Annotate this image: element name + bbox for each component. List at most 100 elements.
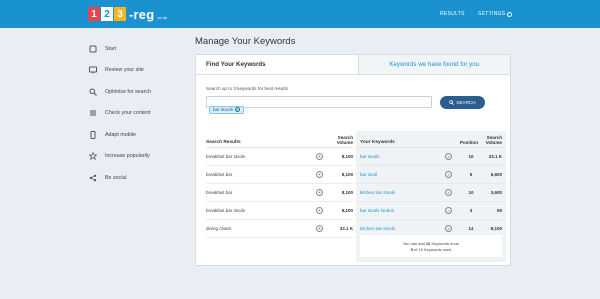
sidebar-item-label: Increase popularity — [105, 153, 150, 160]
keyword-volume: 33.1 K — [488, 154, 502, 159]
keyword-chip[interactable]: bar stools × — [209, 105, 244, 114]
sidebar-item-popularity[interactable]: Increase popularity — [88, 146, 178, 168]
tab-found-keywords[interactable]: Keywords we have found for you — [358, 55, 510, 74]
your-keyword-link[interactable]: kitchen bar stools — [360, 190, 445, 195]
search-icon — [88, 87, 98, 97]
sidebar-item-social[interactable]: Be social — [88, 167, 178, 189]
table-row: breakfast bar stools + 8,100 — [206, 202, 353, 220]
logo-digit-2: 2 — [101, 7, 113, 21]
keyword-position: 10 — [468, 190, 474, 195]
mobile-icon — [88, 130, 98, 140]
quota-line-2-post: of 15 Keywords used — [412, 246, 452, 252]
table-row: breakfast bar + 8,100 — [206, 166, 353, 184]
sidebar-item-label: Check your content — [105, 110, 151, 117]
nav-results-link[interactable]: RESULTS — [440, 11, 465, 17]
sidebar-item-content[interactable]: Check your content — [88, 103, 178, 125]
keyword-quota-note: You can add 10 Keywords more 5 of 15 Key… — [360, 235, 502, 257]
remove-icon[interactable]: × — [445, 171, 452, 178]
keyword-volume: 6,600 — [490, 172, 502, 177]
table-row: breakfast bar + 8,100 — [206, 184, 353, 202]
remove-icon[interactable]: × — [445, 153, 452, 160]
sidebar-item-optimise[interactable]: Optimise for search — [88, 81, 178, 103]
top-bar: 1 2 3 -reg .co.uk RESULTS SETTINGS — [0, 0, 600, 28]
result-volume: 8,100 — [341, 172, 353, 177]
search-icon — [449, 100, 455, 105]
sidebar-item-review[interactable]: Review your site — [88, 60, 178, 82]
nav-settings-label: SETTINGS — [478, 11, 506, 17]
search-button[interactable]: SEARCH — [440, 96, 485, 109]
sidebar-item-mobile[interactable]: Adapt mobile — [88, 124, 178, 146]
keyword-position: 3 — [469, 208, 473, 213]
table-row: bar stool × 5 6,600 — [356, 166, 506, 184]
result-volume: 8,100 — [341, 154, 353, 159]
your-keyword-link[interactable]: bar stools — [360, 154, 445, 159]
table-row: bar stools london × 3 50 — [356, 202, 506, 220]
result-keyword: dining chairs — [206, 226, 232, 231]
your-keywords-header-volume-line2: Volume — [485, 140, 502, 145]
add-icon[interactable]: + — [316, 207, 323, 214]
sidebar-item-start[interactable]: Start — [88, 38, 178, 60]
result-volume: 8,100 — [341, 208, 353, 213]
keyword-volume: 50 — [496, 208, 502, 213]
add-icon[interactable]: + — [316, 153, 323, 160]
position-header: Position — [459, 140, 478, 145]
sidebar-item-label: Review your site — [105, 67, 144, 74]
results-header: Search Results Search Volume — [206, 133, 353, 148]
result-keyword: breakfast bar — [206, 190, 233, 195]
sidebar-item-label: Adapt mobile — [105, 131, 136, 138]
logo-digit-1: 1 — [88, 7, 100, 21]
sidebar: Start Review your site Optimise for sear… — [88, 38, 178, 189]
your-keyword-link[interactable]: kitchen bar stools — [360, 226, 445, 231]
gear-icon — [507, 11, 513, 17]
keyword-search-input[interactable]: bar stools × — [206, 96, 432, 114]
logo-digit-3: 3 — [114, 7, 126, 21]
quota-line-1-post: Keywords more — [430, 240, 460, 246]
your-keywords-table: Your Keywords Position Search Volume bar… — [356, 131, 506, 262]
your-keywords-header-volume: Search Volume — [482, 135, 502, 145]
results-header-volume: Search Volume — [333, 135, 353, 145]
quota-line-1-pre: You can add — [402, 240, 426, 246]
search-results-table: Search Results Search Volume breakfast b… — [206, 133, 353, 238]
search-hint: Search up to 3 keywords for best results — [206, 86, 288, 91]
result-volume: 8,100 — [341, 190, 353, 195]
result-keyword: breakfast bar stools — [206, 154, 246, 159]
result-volume: 33.1 K — [339, 226, 353, 231]
sidebar-item-label: Optimise for search — [105, 88, 151, 95]
logo-tld: .co.uk — [156, 14, 168, 20]
add-icon[interactable]: + — [316, 225, 323, 232]
close-icon[interactable]: × — [234, 107, 240, 112]
quota-line-1: You can add 10 Keywords more — [403, 241, 460, 246]
star-icon — [88, 151, 98, 161]
results-header-volume-line2: Volume — [336, 140, 353, 145]
keyword-position: 10 — [468, 154, 474, 159]
keywords-panel: Find Your Keywords Keywords we have foun… — [195, 54, 511, 266]
list-icon — [88, 108, 98, 118]
table-row: bar stools × 10 33.1 K — [356, 148, 506, 166]
your-keyword-link[interactable]: bar stools london — [360, 208, 445, 213]
table-row: breakfast bar stools + 8,100 — [206, 148, 353, 166]
result-keyword: breakfast bar stools — [206, 208, 246, 213]
result-keyword: breakfast bar — [206, 172, 233, 177]
remove-icon[interactable]: × — [445, 189, 452, 196]
your-keywords-header-label: Your Keywords — [360, 140, 395, 145]
keyword-position: 14 — [468, 226, 474, 231]
add-icon[interactable]: + — [316, 189, 323, 196]
keyword-volume: 8,100 — [490, 226, 502, 231]
share-icon — [88, 173, 98, 183]
table-row: dining chairs + 33.1 K — [206, 220, 353, 238]
your-keyword-link[interactable]: bar stool — [360, 172, 445, 177]
quota-line-2: 5 of 15 Keywords used — [411, 247, 452, 252]
monitor-icon — [88, 65, 98, 75]
tab-find-keywords[interactable]: Find Your Keywords — [196, 55, 359, 74]
sidebar-item-label: Start — [105, 45, 117, 52]
nav-settings-link[interactable]: SETTINGS — [478, 11, 513, 17]
add-icon[interactable]: + — [316, 171, 323, 178]
table-row: kitchen bar stools × 10 3,600 — [356, 184, 506, 202]
brand-logo[interactable]: 1 2 3 -reg .co.uk — [88, 5, 167, 23]
tab-bar: Find Your Keywords Keywords we have foun… — [196, 55, 510, 75]
results-header-label: Search Results — [206, 140, 241, 145]
square-icon — [88, 44, 98, 54]
remove-icon[interactable]: × — [445, 207, 452, 214]
page-title: Manage Your Keywords — [195, 36, 296, 47]
remove-icon[interactable]: × — [445, 225, 452, 232]
